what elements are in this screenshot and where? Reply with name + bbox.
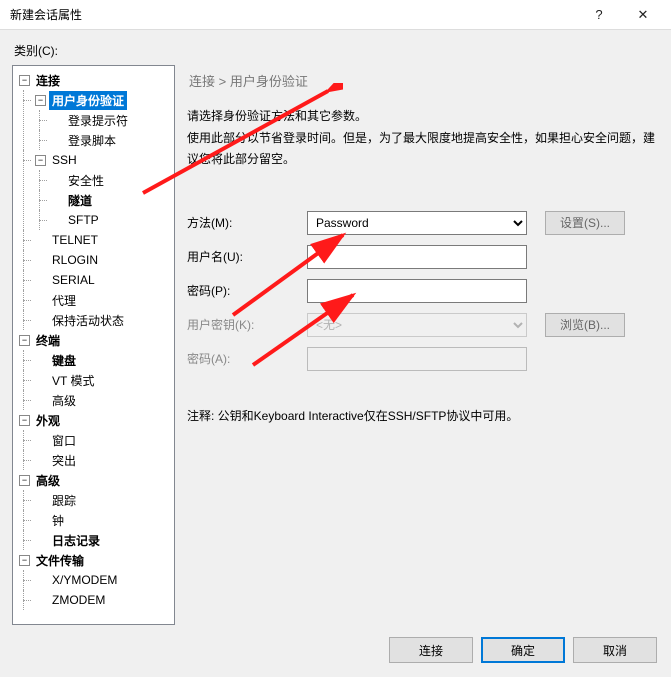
tree-serial[interactable]: SERIAL	[33, 270, 174, 290]
tree-appearance[interactable]: −外观	[17, 410, 174, 430]
annotation-arrow-2	[223, 225, 353, 325]
tree-login-script[interactable]: 登录脚本	[49, 130, 174, 150]
tree-highlight[interactable]: 突出	[33, 450, 174, 470]
tree-ssh[interactable]: −SSH	[33, 150, 174, 170]
connect-button[interactable]: 连接	[389, 637, 473, 663]
tree-user-auth[interactable]: −用户身份验证	[33, 90, 174, 110]
userkey-label: 用户密钥(K):	[187, 316, 297, 333]
tree-advanced-terminal[interactable]: 高级	[33, 390, 174, 410]
window-title: 新建会话属性	[10, 6, 577, 23]
tree-telnet[interactable]: TELNET	[33, 230, 174, 250]
category-tree[interactable]: −连接 −用户身份验证 登录提示符 登录脚本 −SSH 安	[12, 65, 175, 625]
collapse-icon[interactable]: −	[19, 415, 30, 426]
tree-keepalive[interactable]: 保持活动状态	[33, 310, 174, 330]
tree-proxy[interactable]: 代理	[33, 290, 174, 310]
footer-buttons: 连接 确定 取消	[389, 637, 657, 663]
tree-keyboard[interactable]: 键盘	[33, 350, 174, 370]
collapse-icon[interactable]: −	[35, 155, 46, 166]
settings-panel: 连接 > 用户身份验证 请选择身份验证方法和其它参数。 使用此部分以节省登录时间…	[183, 65, 659, 625]
password2-input	[307, 347, 527, 371]
tree-file-transfer[interactable]: −文件传输	[17, 550, 174, 570]
collapse-icon[interactable]: −	[19, 75, 30, 86]
method-label: 方法(M):	[187, 214, 297, 231]
password2-label: 密码(A):	[187, 350, 297, 367]
tree-connection[interactable]: −连接	[17, 70, 174, 90]
note: 注释: 公钥和Keyboard Interactive仅在SSH/SFTP协议中…	[187, 407, 655, 424]
tree-trace[interactable]: 跟踪	[33, 490, 174, 510]
tree-rlogin[interactable]: RLOGIN	[33, 250, 174, 270]
category-label: 类别(C):	[14, 42, 659, 59]
description: 请选择身份验证方法和其它参数。 使用此部分以节省登录时间。但是，为了最大限度地提…	[187, 106, 655, 171]
tree-logging[interactable]: 日志记录	[33, 530, 174, 550]
tree-terminal[interactable]: −终端	[17, 330, 174, 350]
password-input[interactable]	[307, 279, 527, 303]
tree-advanced[interactable]: −高级	[17, 470, 174, 490]
titlebar: 新建会话属性 ? ✕	[0, 0, 671, 30]
username-input[interactable]	[307, 245, 527, 269]
browse-button: 浏览(B)...	[545, 313, 625, 337]
tree-login-prompt[interactable]: 登录提示符	[49, 110, 174, 130]
username-label: 用户名(U):	[187, 248, 297, 265]
password-label: 密码(P):	[187, 282, 297, 299]
help-icon[interactable]: ?	[577, 0, 621, 30]
desc-line2: 使用此部分以节省登录时间。但是，为了最大限度地提高安全性，如果担心安全问题，建议…	[187, 128, 655, 171]
tree-zmodem[interactable]: ZMODEM	[33, 590, 174, 610]
breadcrumb: 连接 > 用户身份验证	[189, 71, 655, 90]
desc-line1: 请选择身份验证方法和其它参数。	[187, 106, 655, 128]
tree-xymodem[interactable]: X/YMODEM	[33, 570, 174, 590]
dialog-content: 类别(C): −连接 −用户身份验证 登录提示符 登录脚本	[0, 30, 671, 677]
settings-button: 设置(S)...	[545, 211, 625, 235]
tree-sftp[interactable]: SFTP	[49, 210, 174, 230]
close-icon[interactable]: ✕	[621, 0, 665, 30]
collapse-icon[interactable]: −	[19, 475, 30, 486]
tree-vtmode[interactable]: VT 模式	[33, 370, 174, 390]
ok-button[interactable]: 确定	[481, 637, 565, 663]
tree-window[interactable]: 窗口	[33, 430, 174, 450]
collapse-icon[interactable]: −	[35, 95, 46, 106]
collapse-icon[interactable]: −	[19, 335, 30, 346]
cancel-button[interactable]: 取消	[573, 637, 657, 663]
method-select[interactable]: Password	[307, 211, 527, 235]
tree-tunnel[interactable]: 隧道	[49, 190, 174, 210]
userkey-select: <无>	[307, 313, 527, 337]
tree-security[interactable]: 安全性	[49, 170, 174, 190]
tree-bell[interactable]: 钟	[33, 510, 174, 530]
collapse-icon[interactable]: −	[19, 555, 30, 566]
